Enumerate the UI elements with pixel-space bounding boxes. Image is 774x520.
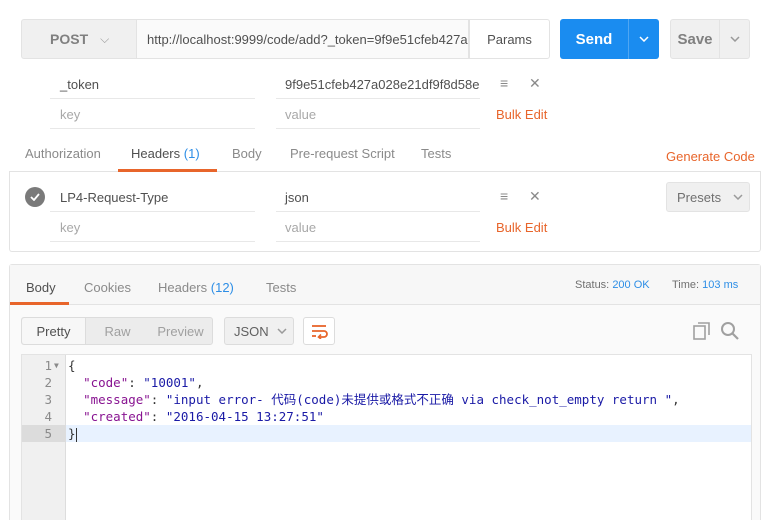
response-body-editor[interactable]: 1 ▼ { 2 "code": "10001", 3 "message": "i… xyxy=(21,354,752,520)
code-line: "created": "2016-04-15 13:27:51" xyxy=(83,409,324,424)
chevron-down-icon: ⌵ xyxy=(100,31,110,46)
tab-tests[interactable]: Tests xyxy=(421,146,451,161)
wrap-lines-button[interactable] xyxy=(303,317,335,345)
view-preview-button[interactable]: Preview xyxy=(149,318,212,344)
param-value-placeholder[interactable]: value xyxy=(276,99,480,129)
status-value: 200 OK xyxy=(612,279,650,291)
param-value-field[interactable]: 9f9e51cfeb427a028e21df9f8d58e xyxy=(276,69,480,99)
time-value: 103 ms xyxy=(702,279,739,291)
tab-pre-request-script[interactable]: Pre-request Script xyxy=(290,146,395,161)
view-mode-group: Pretty Raw Preview xyxy=(21,317,213,345)
tab-headers-count: (1) xyxy=(183,146,200,161)
view-pretty-button[interactable]: Pretty xyxy=(22,318,86,344)
tab-authorization[interactable]: Authorization xyxy=(25,146,101,161)
generate-code-link[interactable]: Generate Code xyxy=(666,149,755,164)
time-readout: Time: 103 ms xyxy=(672,279,738,291)
active-line-highlight xyxy=(22,425,751,442)
status-label: Status: xyxy=(575,279,610,291)
close-icon[interactable]: ✕ xyxy=(529,75,541,92)
line-number: 3 xyxy=(44,392,52,407)
active-tab-indicator xyxy=(10,302,69,305)
format-label: JSON xyxy=(234,323,269,339)
line-number: 1 xyxy=(44,358,52,373)
response-tab-cookies[interactable]: Cookies xyxy=(84,280,131,295)
drag-handle-icon[interactable]: ≡ xyxy=(500,75,508,91)
header-key-placeholder[interactable]: key xyxy=(50,212,255,242)
request-tabs: Authorization Headers (1) Body Pre-reque… xyxy=(9,134,761,172)
status-readout: Status: 200 OK xyxy=(575,279,650,291)
params-button[interactable]: Params xyxy=(469,19,550,59)
chevron-down-icon xyxy=(639,36,649,42)
method-label: POST xyxy=(50,31,89,47)
bulk-edit-params-link[interactable]: Bulk Edit xyxy=(496,107,547,122)
line-number: 5 xyxy=(44,426,52,441)
checkbox-checked-icon[interactable] xyxy=(25,187,45,207)
drag-handle-icon[interactable]: ≡ xyxy=(500,188,508,204)
presets-label: Presets xyxy=(677,189,722,205)
format-select[interactable]: JSON xyxy=(224,317,294,345)
wrap-lines-icon xyxy=(312,325,328,339)
chevron-down-icon xyxy=(277,325,287,337)
code-line: } xyxy=(68,426,77,442)
code-line: "code": "10001", xyxy=(83,375,204,390)
header-value-placeholder[interactable]: value xyxy=(276,212,480,242)
copy-icon[interactable] xyxy=(692,321,712,341)
response-tab-headers-count: (12) xyxy=(210,280,234,295)
code-line: "message": "input error- 代码(code)未提供或格式不… xyxy=(83,392,680,407)
header-key-field[interactable]: LP4-Request-Type xyxy=(50,182,255,212)
text-cursor xyxy=(75,427,77,442)
time-label: Time: xyxy=(672,279,700,291)
param-key-placeholder[interactable]: key xyxy=(50,99,255,129)
tab-body[interactable]: Body xyxy=(232,146,262,161)
code-line: { xyxy=(68,358,76,373)
chevron-down-icon xyxy=(729,36,740,42)
response-tab-headers[interactable]: Headers (12) xyxy=(158,280,234,295)
response-tab-tests[interactable]: Tests xyxy=(266,280,296,295)
line-number: 4 xyxy=(44,409,52,424)
tab-headers[interactable]: Headers (1) xyxy=(131,146,200,161)
response-tab-body[interactable]: Body xyxy=(26,280,56,295)
param-key-field[interactable]: _token xyxy=(50,69,255,99)
response-tab-headers-label: Headers xyxy=(158,280,208,295)
send-button[interactable]: Send xyxy=(560,19,628,59)
send-dropdown-button[interactable] xyxy=(628,19,659,59)
fold-arrow-icon[interactable]: ▼ xyxy=(54,357,59,374)
bulk-edit-headers-link[interactable]: Bulk Edit xyxy=(496,220,547,235)
response-tabs: Body Cookies Headers (12) Tests Status: … xyxy=(10,265,760,305)
save-dropdown-button[interactable] xyxy=(720,19,750,59)
tab-headers-label: Headers xyxy=(131,146,181,161)
presets-dropdown[interactable]: Presets xyxy=(666,182,750,212)
method-select[interactable]: POST ⌵ xyxy=(21,19,137,59)
search-icon[interactable] xyxy=(720,321,740,341)
header-value-field[interactable]: json xyxy=(276,182,480,212)
chevron-down-icon xyxy=(733,191,743,203)
response-panel: Body Cookies Headers (12) Tests Status: … xyxy=(9,264,761,520)
line-number: 2 xyxy=(44,375,52,390)
close-icon[interactable]: ✕ xyxy=(529,188,541,205)
request-area: POST ⌵ http://localhost:9999/code/add?_t… xyxy=(0,0,774,254)
save-button[interactable]: Save xyxy=(670,19,720,59)
view-raw-button[interactable]: Raw xyxy=(86,318,149,344)
url-input[interactable]: http://localhost:9999/code/add?_token=9f… xyxy=(137,19,469,59)
